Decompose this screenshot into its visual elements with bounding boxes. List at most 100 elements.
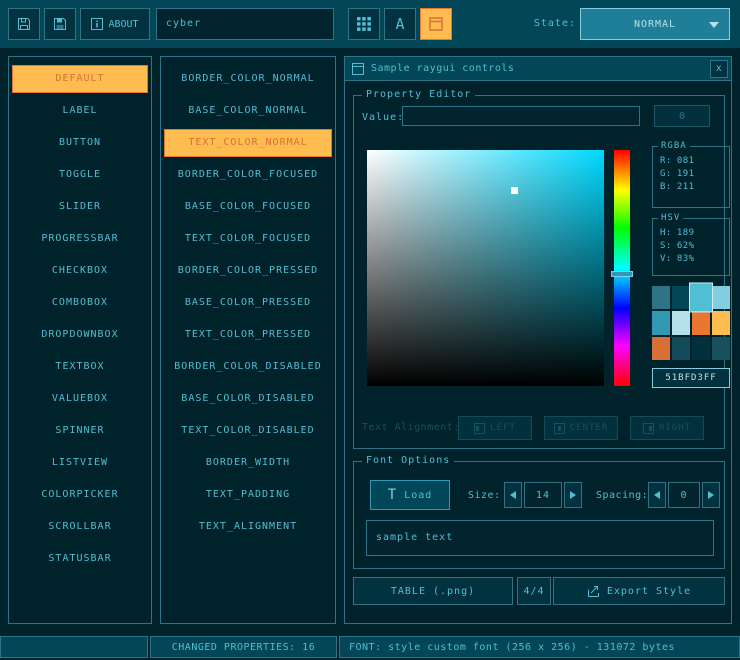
list-item-base_color_normal[interactable]: BASE_COLOR_NORMAL — [164, 97, 332, 125]
list-item-combobox[interactable]: COMBOBOX — [12, 289, 148, 317]
color-picker-panel[interactable] — [367, 150, 604, 386]
align-center-icon — [554, 423, 565, 434]
page-indicator[interactable]: 4/4 — [517, 577, 551, 605]
font-atlas-button[interactable]: A — [384, 8, 416, 40]
align-center-label: CENTER — [570, 423, 609, 433]
palette-swatch-7[interactable] — [712, 311, 730, 334]
spacing-label: Spacing: — [596, 486, 648, 506]
color-picker-cursor[interactable] — [511, 187, 518, 194]
about-button[interactable]: ABOUT — [80, 8, 150, 40]
window-titlebar[interactable]: Sample raygui controls x — [345, 57, 731, 81]
changed-properties-text: CHANGED PROPERTIES: 16 — [172, 642, 315, 653]
list-item-colorpicker[interactable]: COLORPICKER — [12, 481, 148, 509]
palette-swatch-1[interactable] — [672, 286, 690, 309]
list-item-dropdownbox[interactable]: DROPDOWNBOX — [12, 321, 148, 349]
list-item-text_alignment[interactable]: TEXT_ALIGNMENT — [164, 513, 332, 541]
palette-swatch-3[interactable] — [712, 286, 730, 309]
font-load-button[interactable]: T Load — [370, 480, 450, 510]
list-item-border_color_normal[interactable]: BORDER_COLOR_NORMAL — [164, 65, 332, 93]
list-item-text_color_focused[interactable]: TEXT_COLOR_FOCUSED — [164, 225, 332, 253]
statusbar-font-info: FONT: style custom font (256 x 256) - 13… — [339, 636, 740, 658]
hex-color-input[interactable]: 51BFD3FF — [652, 368, 730, 388]
list-item-base_color_pressed[interactable]: BASE_COLOR_PRESSED — [164, 289, 332, 317]
h-label: H: — [660, 228, 672, 238]
list-item-text_color_disabled[interactable]: TEXT_COLOR_DISABLED — [164, 417, 332, 445]
list-item-text_color_normal[interactable]: TEXT_COLOR_NORMAL — [164, 129, 332, 157]
align-center-button[interactable]: CENTER — [544, 416, 618, 440]
value-input[interactable] — [402, 106, 640, 126]
list-item-statusbar[interactable]: STATUSBAR — [12, 545, 148, 573]
align-right-button[interactable]: RIGHT — [630, 416, 704, 440]
list-item-checkbox[interactable]: CHECKBOX — [12, 257, 148, 285]
table-export-button[interactable]: TABLE (.png) — [353, 577, 513, 605]
align-right-label: RIGHT — [659, 423, 691, 433]
size-decrease-button[interactable] — [504, 482, 522, 508]
left-arrow-icon — [510, 491, 516, 499]
list-item-base_color_disabled[interactable]: BASE_COLOR_DISABLED — [164, 385, 332, 413]
property-editor-title: Property Editor — [362, 89, 475, 100]
font-info-text: FONT: style custom font (256 x 256) - 13… — [349, 642, 675, 653]
list-item-valuebox[interactable]: VALUEBOX — [12, 385, 148, 413]
style-edit-mode-button[interactable] — [420, 8, 452, 40]
export-style-button[interactable]: Export Style — [553, 577, 725, 605]
right-arrow-icon — [570, 491, 576, 499]
palette-swatch-10[interactable] — [692, 337, 710, 360]
h-value: 189 — [677, 228, 695, 238]
palette-swatch-2[interactable] — [690, 284, 712, 312]
hue-slider-handle[interactable] — [611, 271, 633, 277]
left-arrow-icon — [654, 491, 660, 499]
load-style-button[interactable] — [8, 8, 40, 40]
list-item-text_color_pressed[interactable]: TEXT_COLOR_PRESSED — [164, 321, 332, 349]
value-box[interactable]: 0 — [654, 105, 710, 127]
align-left-icon — [474, 423, 485, 434]
list-item-label[interactable]: LABEL — [12, 97, 148, 125]
save-style-button[interactable] — [44, 8, 76, 40]
list-item-button[interactable]: BUTTON — [12, 129, 148, 157]
font-icon: A — [395, 15, 404, 33]
sample-text-input[interactable]: sample text — [366, 520, 714, 556]
s-label: S: — [660, 241, 672, 251]
window-title: Sample raygui controls — [371, 63, 514, 74]
color-palette — [652, 286, 730, 360]
list-item-border_color_disabled[interactable]: BORDER_COLOR_DISABLED — [164, 353, 332, 381]
list-item-progressbar[interactable]: PROGRESSBAR — [12, 225, 148, 253]
palette-swatch-0[interactable] — [652, 286, 670, 309]
list-item-spinner[interactable]: SPINNER — [12, 417, 148, 445]
list-item-listview[interactable]: LISTVIEW — [12, 449, 148, 477]
list-item-text_padding[interactable]: TEXT_PADDING — [164, 481, 332, 509]
list-item-default[interactable]: DEFAULT — [12, 65, 148, 93]
b-label: B: — [660, 182, 672, 192]
list-item-slider[interactable]: SLIDER — [12, 193, 148, 221]
align-left-button[interactable]: LEFT — [458, 416, 532, 440]
palette-swatch-5[interactable] — [672, 311, 690, 334]
list-item-toggle[interactable]: TOGGLE — [12, 161, 148, 189]
style-table-button[interactable] — [348, 8, 380, 40]
palette-swatch-11[interactable] — [712, 337, 730, 360]
about-button-label: ABOUT — [108, 19, 138, 30]
chevron-down-icon — [709, 22, 719, 28]
size-value[interactable]: 14 — [524, 482, 562, 508]
palette-swatch-8[interactable] — [652, 337, 670, 360]
style-name-input[interactable]: cyber — [156, 8, 334, 40]
list-item-border_color_pressed[interactable]: BORDER_COLOR_PRESSED — [164, 257, 332, 285]
palette-swatch-6[interactable] — [692, 311, 710, 334]
palette-swatch-4[interactable] — [652, 311, 670, 334]
palette-swatch-9[interactable] — [672, 337, 690, 360]
export-style-label: Export Style — [607, 586, 691, 597]
info-icon — [91, 18, 103, 30]
spacing-value[interactable]: 0 — [668, 482, 700, 508]
text-alignment-label: Text Alignment: — [362, 418, 457, 438]
list-item-base_color_focused[interactable]: BASE_COLOR_FOCUSED — [164, 193, 332, 221]
v-label: V: — [660, 254, 672, 264]
hue-bar[interactable] — [614, 150, 630, 386]
list-item-border_width[interactable]: BORDER_WIDTH — [164, 449, 332, 477]
spacing-increase-button[interactable] — [702, 482, 720, 508]
list-item-border_color_focused[interactable]: BORDER_COLOR_FOCUSED — [164, 161, 332, 189]
list-item-scrollbar[interactable]: SCROLLBAR — [12, 513, 148, 541]
statusbar-changed-properties: CHANGED PROPERTIES: 16 — [150, 636, 337, 658]
close-button[interactable]: x — [710, 60, 728, 78]
spacing-decrease-button[interactable] — [648, 482, 666, 508]
size-increase-button[interactable] — [564, 482, 582, 508]
state-dropdown[interactable]: NORMAL — [580, 8, 730, 40]
list-item-textbox[interactable]: TEXTBOX — [12, 353, 148, 381]
